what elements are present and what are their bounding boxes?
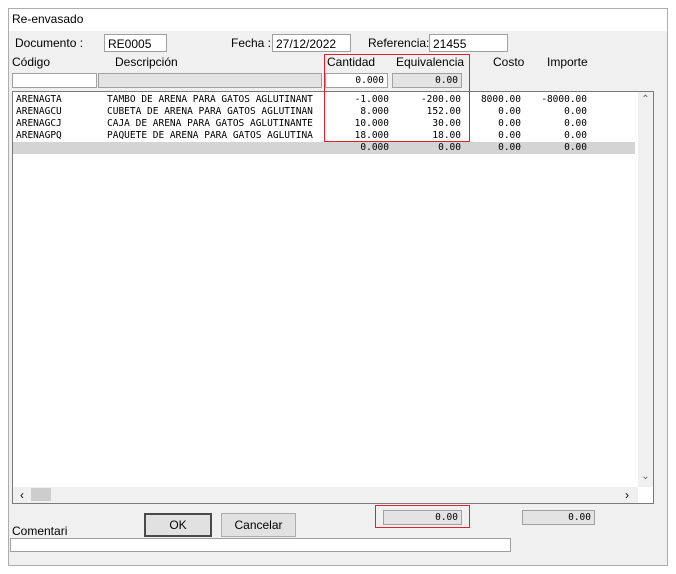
- ok-button[interactable]: OK: [144, 513, 212, 537]
- table-row[interactable]: ARENAGCJ CAJA DE ARENA PARA GATOS AGLUTI…: [13, 118, 635, 130]
- title-bar: [9, 9, 667, 31]
- col-header-codigo: Código: [12, 55, 51, 69]
- fecha-label: Fecha :: [231, 36, 272, 50]
- window-title: Re-envasado: [12, 12, 84, 26]
- cancel-button[interactable]: Cancelar: [221, 513, 296, 537]
- scroll-thumb[interactable]: [31, 488, 51, 501]
- fecha-field[interactable]: 27/12/2022: [272, 34, 351, 52]
- chevron-up-icon[interactable]: ⌃: [638, 94, 653, 105]
- col-header-descripcion: Descripción: [115, 55, 178, 69]
- table-row-selected[interactable]: 0.000 0.00 0.00 0.00: [13, 142, 635, 154]
- chevron-down-icon[interactable]: ⌄: [638, 471, 653, 482]
- horizontal-scrollbar[interactable]: ‹ ›: [13, 487, 638, 503]
- table-row[interactable]: ARENAGTA TAMBO DE ARENA PARA GATOS AGLUT…: [13, 94, 635, 106]
- col-header-costo: Costo: [493, 55, 525, 69]
- total-importe-field: 0.00: [522, 510, 595, 525]
- entry-equivalencia-input[interactable]: 0.00: [392, 73, 462, 88]
- col-header-cantidad: Cantidad: [327, 55, 376, 69]
- documento-label: Documento :: [15, 36, 84, 50]
- chevron-left-icon[interactable]: ‹: [15, 488, 29, 502]
- comentario-input[interactable]: [10, 538, 511, 552]
- comentario-label: Comentari: [12, 524, 68, 538]
- items-grid[interactable]: ARENAGTA TAMBO DE ARENA PARA GATOS AGLUT…: [12, 91, 654, 504]
- entry-codigo-input[interactable]: [12, 73, 97, 88]
- col-header-equivalencia: Equivalencia: [396, 55, 465, 69]
- entry-cantidad-input[interactable]: 0.000: [325, 73, 388, 88]
- documento-field[interactable]: RE0005: [104, 34, 167, 52]
- referencia-field[interactable]: 21455: [429, 34, 508, 52]
- vertical-scrollbar[interactable]: ⌃ ⌄: [638, 92, 653, 487]
- entry-descripcion-input[interactable]: [98, 73, 322, 88]
- chevron-right-icon[interactable]: ›: [620, 488, 634, 502]
- col-header-importe: Importe: [547, 55, 588, 69]
- table-row[interactable]: ARENAGCU CUBETA DE ARENA PARA GATOS AGLU…: [13, 106, 635, 118]
- table-row[interactable]: ARENAGPQ PAQUETE DE ARENA PARA GATOS AGL…: [13, 130, 635, 142]
- total-equivalencia-field: 0.00: [383, 510, 462, 525]
- referencia-label: Referencia:: [368, 36, 430, 50]
